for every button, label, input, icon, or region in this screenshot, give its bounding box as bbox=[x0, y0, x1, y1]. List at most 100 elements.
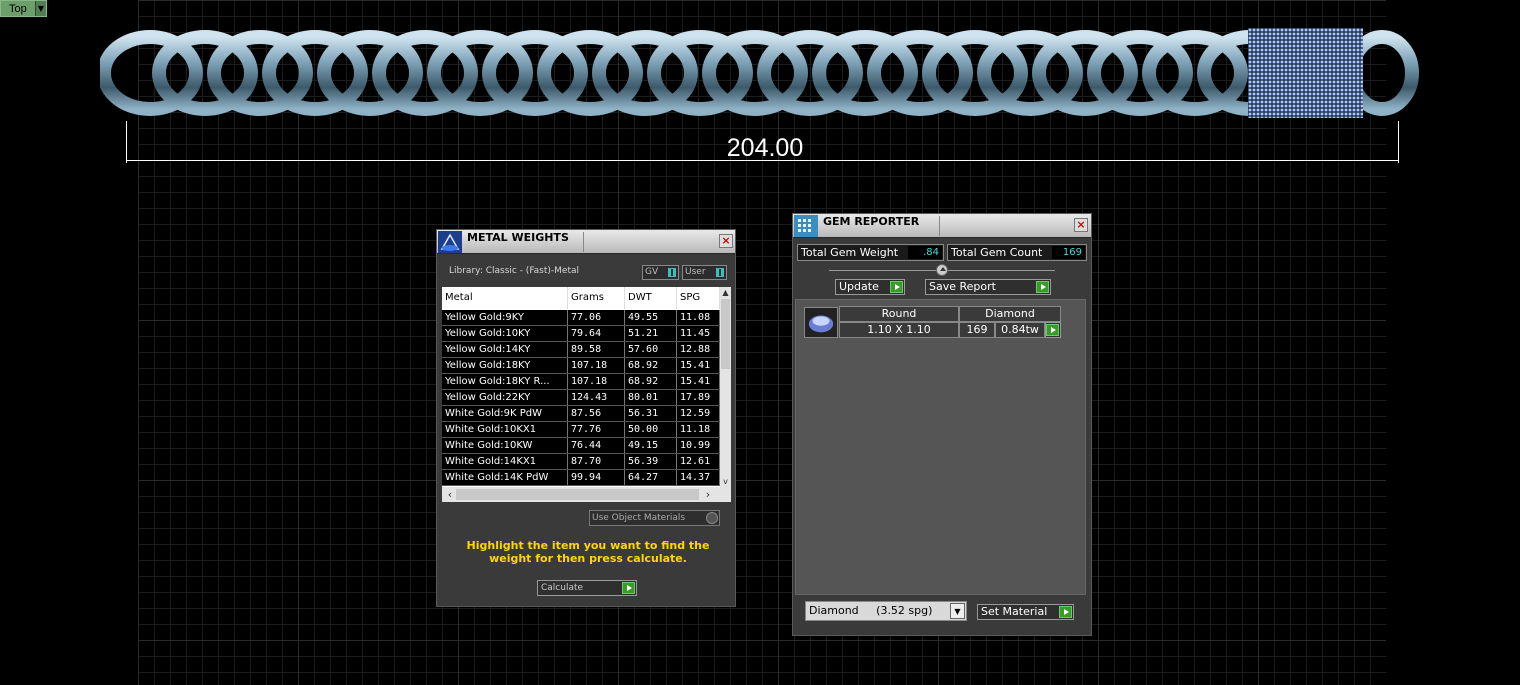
metal-cell: White Gold:14KX1 bbox=[442, 454, 568, 469]
metal-cell: Yellow Gold:9KY bbox=[442, 310, 568, 325]
spg-cell: 15.41 bbox=[677, 374, 720, 389]
save-report-button[interactable]: Save Report bbox=[925, 279, 1051, 295]
titlebar-divider bbox=[583, 232, 584, 252]
metal-cell: White Gold:14K PdW bbox=[442, 470, 568, 485]
round-gem-icon[interactable] bbox=[804, 307, 838, 338]
gem-size: 1.10 X 1.10 bbox=[839, 322, 959, 338]
close-icon[interactable]: × bbox=[1074, 218, 1088, 232]
cuban-chain-model[interactable] bbox=[100, 28, 1422, 118]
table-row[interactable]: Yellow Gold:9KY 77.06 49.55 11.08 bbox=[442, 310, 720, 326]
view-label-tab[interactable]: Top ▼ bbox=[0, 0, 47, 17]
dwt-cell: 64.27 bbox=[625, 470, 677, 485]
vertical-scrollbar[interactable]: ▲ v bbox=[720, 287, 731, 487]
spg-cell: 12.88 bbox=[677, 342, 720, 357]
total-gem-weight-field: Total Gem Weight .84 bbox=[797, 244, 944, 261]
table-row[interactable]: Yellow Gold:22KY 124.43 80.01 17.89 bbox=[442, 390, 720, 406]
calculate-label: Calculate bbox=[541, 583, 584, 593]
metal-weights-panel: METAL WEIGHTS × Library: Classic - (Fast… bbox=[436, 229, 736, 607]
table-row[interactable]: White Gold:9K PdW 87.56 56.31 12.59 bbox=[442, 406, 720, 422]
scroll-left-icon[interactable]: ‹ bbox=[444, 487, 456, 502]
library-label: Library: Classic - (Fast)-Metal bbox=[449, 266, 580, 276]
metal-cell: Yellow Gold:22KY bbox=[442, 390, 568, 405]
metal-weights-titlebar[interactable]: METAL WEIGHTS × bbox=[437, 230, 735, 254]
dimension-extension-left bbox=[126, 121, 127, 163]
table-row[interactable]: Yellow Gold:18KY 107.18 68.92 15.41 bbox=[442, 358, 720, 374]
metal-weights-title: METAL WEIGHTS bbox=[467, 231, 569, 244]
scroll-up-icon[interactable]: ▲ bbox=[720, 287, 731, 298]
user-toggle-label: User bbox=[685, 267, 706, 277]
save-report-label: Save Report bbox=[929, 280, 996, 293]
gem-weight: 0.84tw bbox=[995, 322, 1045, 338]
user-toggle[interactable]: User bbox=[682, 265, 727, 280]
play-arrow-icon bbox=[622, 582, 635, 594]
chevron-down-icon[interactable]: ▼ bbox=[950, 603, 965, 619]
pave-clasp bbox=[1248, 28, 1363, 118]
table-row[interactable]: Yellow Gold:10KY 79.64 51.21 11.45 bbox=[442, 326, 720, 342]
metal-cell: Yellow Gold:10KY bbox=[442, 326, 568, 341]
metal-cell: Yellow Gold:18KY R... bbox=[442, 374, 568, 389]
grams-cell: 76.44 bbox=[568, 438, 625, 453]
grams-cell: 87.56 bbox=[568, 406, 625, 421]
metal-cell: Yellow Gold:18KY bbox=[442, 358, 568, 373]
total-gem-count-field: Total Gem Count 169 bbox=[947, 244, 1087, 261]
gem-select-button[interactable] bbox=[1045, 322, 1061, 338]
scroll-right-icon[interactable]: › bbox=[702, 487, 714, 502]
use-object-materials-checkbox[interactable]: Use Object Materials bbox=[589, 510, 720, 526]
update-label: Update bbox=[839, 280, 879, 293]
gem-count: 169 bbox=[959, 322, 995, 338]
total-gem-weight-value: .84 bbox=[908, 246, 942, 259]
spg-cell: 10.99 bbox=[677, 438, 720, 453]
table-row[interactable]: White Gold:14K PdW 99.94 64.27 14.37 bbox=[442, 470, 720, 486]
metal-cell: Yellow Gold:14KY bbox=[442, 342, 568, 357]
table-header: Metal Grams DWT SPG bbox=[442, 287, 720, 309]
grams-cell: 77.06 bbox=[568, 310, 625, 325]
set-material-button[interactable]: Set Material bbox=[977, 604, 1074, 620]
dwt-cell: 51.21 bbox=[625, 326, 677, 341]
grams-cell: 77.76 bbox=[568, 422, 625, 437]
table-row[interactable]: White Gold:10KX1 77.76 50.00 11.18 bbox=[442, 422, 720, 438]
column-header-metal[interactable]: Metal bbox=[442, 287, 568, 309]
scroll-thumb-horizontal[interactable] bbox=[456, 489, 699, 500]
table-row[interactable]: Yellow Gold:18KY R... 107.18 68.92 15.41 bbox=[442, 374, 720, 390]
use-object-materials-label: Use Object Materials bbox=[592, 513, 686, 523]
close-icon[interactable]: × bbox=[719, 234, 733, 248]
dwt-cell: 50.00 bbox=[625, 422, 677, 437]
gem-reporter-titlebar[interactable]: GEM REPORTER × bbox=[793, 214, 1091, 238]
update-button[interactable]: Update bbox=[835, 279, 905, 295]
spg-cell: 11.45 bbox=[677, 326, 720, 341]
dwt-cell: 56.31 bbox=[625, 406, 677, 421]
calculate-button[interactable]: Calculate bbox=[537, 580, 637, 596]
scroll-thumb[interactable] bbox=[721, 299, 730, 369]
gv-toggle[interactable]: GV bbox=[642, 265, 679, 280]
gv-toggle-label: GV bbox=[645, 267, 659, 277]
grams-cell: 89.58 bbox=[568, 342, 625, 357]
3d-viewport[interactable]: Top ▼ 204.00 bbox=[0, 0, 1520, 685]
slider-handle[interactable] bbox=[936, 264, 948, 276]
material-select[interactable]: Diamond (3.52 spg) ▼ bbox=[805, 601, 967, 621]
play-arrow-icon bbox=[1036, 281, 1049, 293]
dwt-cell: 68.92 bbox=[625, 358, 677, 373]
column-header-spg[interactable]: SPG bbox=[677, 287, 720, 309]
gem-reporter-icon bbox=[794, 215, 818, 237]
metal-cell: White Gold:10KW bbox=[442, 438, 568, 453]
view-name: Top bbox=[9, 2, 27, 15]
table-row[interactable]: White Gold:10KW 76.44 49.15 10.99 bbox=[442, 438, 720, 454]
column-header-grams[interactable]: Grams bbox=[568, 287, 625, 309]
dwt-cell: 56.39 bbox=[625, 454, 677, 469]
radio-icon[interactable] bbox=[706, 512, 718, 524]
spg-cell: 17.89 bbox=[677, 390, 720, 405]
metal-weights-table[interactable]: Metal Grams DWT SPG Yellow Gold:9KY 77.06… bbox=[442, 287, 731, 502]
dimension-extension-right bbox=[1398, 121, 1399, 163]
gem-material: Diamond bbox=[959, 306, 1061, 322]
column-header-dwt[interactable]: DWT bbox=[625, 287, 677, 309]
material-select-value: Diamond (3.52 spg) bbox=[809, 604, 933, 617]
table-row[interactable]: Yellow Gold:14KY 89.58 57.60 12.88 bbox=[442, 342, 720, 358]
scroll-down-icon[interactable]: v bbox=[720, 476, 731, 487]
gem-list[interactable]: Round Diamond 1.10 X 1.10 169 0.84tw bbox=[795, 299, 1086, 595]
table-row[interactable]: White Gold:14KX1 87.70 56.39 12.61 bbox=[442, 454, 720, 470]
horizontal-scrollbar[interactable]: ‹ › bbox=[442, 487, 731, 502]
dwt-cell: 68.92 bbox=[625, 374, 677, 389]
dwt-cell: 57.60 bbox=[625, 342, 677, 357]
total-gem-count-value: 169 bbox=[1052, 246, 1085, 259]
chevron-down-icon[interactable]: ▼ bbox=[35, 1, 46, 16]
